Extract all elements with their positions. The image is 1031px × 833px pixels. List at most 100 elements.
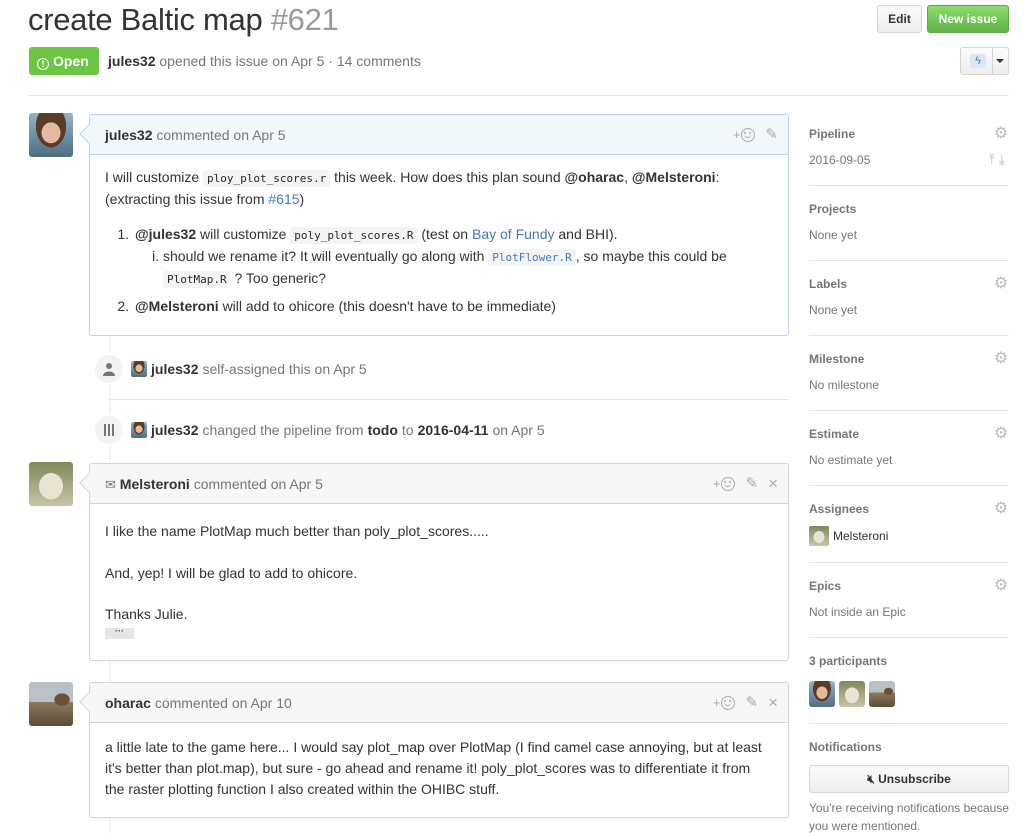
sidebar-title: Assignees ⚙ [809, 501, 1009, 517]
sidebar-divider [809, 185, 1009, 186]
timeline-event-pipeline: jules32 changed the pipeline from todo t… [93, 414, 545, 446]
event-actor[interactable]: jules32 [151, 422, 198, 438]
add-reaction-icon[interactable]: + [713, 683, 736, 723]
inline-code: ploy_plot_scores.r [203, 170, 331, 187]
pencil-icon[interactable]: ✎ [745, 464, 758, 504]
comment-paragraph: Thanks Julie. [105, 606, 188, 622]
add-reaction-icon[interactable]: + [713, 464, 736, 504]
comment-header: jules32 commented on Apr 5 + ✎ [90, 115, 788, 155]
event-text: on Apr 5 [492, 422, 545, 438]
unsubscribe-button[interactable]: 🔇︎ Unsubscribe [809, 765, 1009, 793]
comment-paragraph: I will customize ploy_plot_scores.r this… [105, 167, 773, 210]
move-arrows-icon[interactable]: ⤒⤓ [989, 151, 1009, 168]
participants-list [809, 681, 1009, 707]
code-link[interactable]: PlotFlower.R [488, 249, 576, 266]
user-mention[interactable]: @jules32 [135, 226, 196, 242]
edit-button[interactable]: Edit [877, 5, 922, 33]
text: should we rename it? It will eventually … [163, 248, 485, 264]
pipeline-from: todo [367, 422, 398, 438]
comment-body: I like the name PlotMap much better than… [90, 504, 788, 659]
text: ? Too generic? [234, 270, 327, 286]
comment-body: I will customize ploy_plot_scores.r this… [90, 155, 788, 338]
comment-timestamp[interactable]: commented on Apr 5 [156, 127, 285, 143]
event-text: to [401, 422, 414, 438]
gear-icon[interactable]: ⚙ [993, 501, 1009, 517]
text: (extracting this issue from [105, 191, 265, 207]
sidebar-estimate: Estimate ⚙ No estimate yet [809, 426, 1009, 468]
sidebar-value: 2016-09-05 ⤒⤓ [809, 151, 1009, 168]
sidebar-divider [809, 335, 1009, 336]
user-mention[interactable]: @Melsteroni [632, 169, 716, 185]
close-icon[interactable]: × [768, 683, 778, 723]
assignee-item[interactable]: Melsteroni [809, 526, 1009, 546]
sidebar-title: Labels ⚙ [809, 276, 1009, 292]
chevron-down-icon[interactable] [996, 59, 1004, 63]
new-issue-button[interactable]: New issue [927, 5, 1009, 33]
participant-avatar[interactable] [809, 681, 835, 707]
person-icon [93, 353, 125, 385]
add-reaction-icon[interactable]: + [733, 115, 756, 155]
sidebar-milestone: Milestone ⚙ No milestone [809, 351, 1009, 393]
event-actor[interactable]: jules32 [151, 361, 198, 377]
comment-timestamp[interactable]: commented on Apr 10 [155, 695, 292, 711]
sidebar-divider [809, 562, 1009, 563]
sidebar-title: 3 participants [809, 653, 1009, 669]
sidebar-value: No estimate yet [809, 453, 893, 467]
comment-actions: + ✎ × [713, 683, 778, 723]
gear-icon[interactable]: ⚙ [993, 426, 1009, 442]
zenhub-menu-button[interactable]: ϟ [960, 47, 1009, 75]
avatar[interactable] [131, 422, 147, 438]
sidebar-title-text: Labels [809, 277, 848, 291]
avatar[interactable] [131, 361, 147, 377]
alert-icon: ! [37, 58, 49, 70]
comment-body: a little late to the game here... I woul… [90, 723, 788, 815]
external-link[interactable]: Bay of Fundy [472, 226, 555, 242]
comment: oharac commented on Apr 10 + ✎ × a littl… [79, 682, 789, 818]
sidebar-title-text: Notifications [809, 740, 882, 754]
avatar[interactable] [29, 462, 73, 506]
expand-quoted-button[interactable]: ··· [105, 627, 134, 639]
comment-actions: + ✎ × [713, 464, 778, 504]
sidebar-title: Estimate ⚙ [809, 426, 1009, 442]
event-text: changed the pipeline from [202, 422, 364, 438]
comment-actions: + ✎ [733, 115, 778, 155]
notification-reason: You're receiving notifications because y… [809, 801, 1009, 833]
text: , [624, 169, 628, 185]
pencil-icon[interactable]: ✎ [745, 683, 758, 723]
gear-icon[interactable]: ⚙ [993, 351, 1009, 367]
issue-link[interactable]: #615 [268, 191, 299, 207]
gear-icon[interactable]: ⚙ [993, 578, 1009, 594]
comment-header: oharac commented on Apr 10 + ✎ × [90, 683, 788, 723]
mute-icon: 🔇︎ [867, 772, 875, 786]
issue-title-text: create Baltic map [28, 2, 263, 37]
issue-author-link[interactable]: jules32 [108, 53, 155, 69]
user-mention[interactable]: @oharac [565, 169, 625, 185]
issue-meta: jules32 opened this issue on Apr 5 · 14 … [108, 53, 421, 69]
avatar[interactable] [29, 682, 73, 726]
comment: jules32 commented on Apr 5 + ✎ I will cu… [79, 114, 789, 338]
sidebar-labels: Labels ⚙ None yet [809, 276, 1009, 318]
sidebar-title: Notifications [809, 739, 1009, 755]
comment-timestamp[interactable]: commented on Apr 5 [194, 476, 323, 492]
comment-author[interactable]: jules32 [105, 127, 152, 143]
close-icon[interactable]: × [768, 464, 778, 504]
comment-author[interactable]: oharac [105, 695, 151, 711]
sidebar-value: None yet [809, 228, 858, 242]
sidebar-pipeline: Pipeline ⚙ 2016-09-05 ⤒⤓ [809, 126, 1009, 168]
list-item: should we rename it? It will eventually … [163, 246, 773, 290]
sidebar-title: Pipeline ⚙ [809, 126, 1009, 142]
gear-icon[interactable]: ⚙ [993, 126, 1009, 142]
button-separator [992, 48, 993, 74]
comment-paragraph: I like the name PlotMap much better than… [105, 523, 489, 539]
sidebar-value: No milestone [809, 378, 880, 392]
participant-avatar[interactable] [839, 681, 865, 707]
assignee-name: Melsteroni [833, 529, 889, 543]
sidebar-title-text: Projects [809, 202, 857, 216]
user-mention[interactable]: @Melsteroni [135, 298, 219, 314]
gear-icon[interactable]: ⚙ [993, 276, 1009, 292]
pencil-icon[interactable]: ✎ [765, 115, 778, 155]
participant-avatar[interactable] [869, 681, 895, 707]
pipeline-to: 2016-04-11 [417, 422, 489, 438]
comment-author[interactable]: Melsteroni [120, 476, 190, 492]
avatar[interactable] [29, 113, 73, 157]
